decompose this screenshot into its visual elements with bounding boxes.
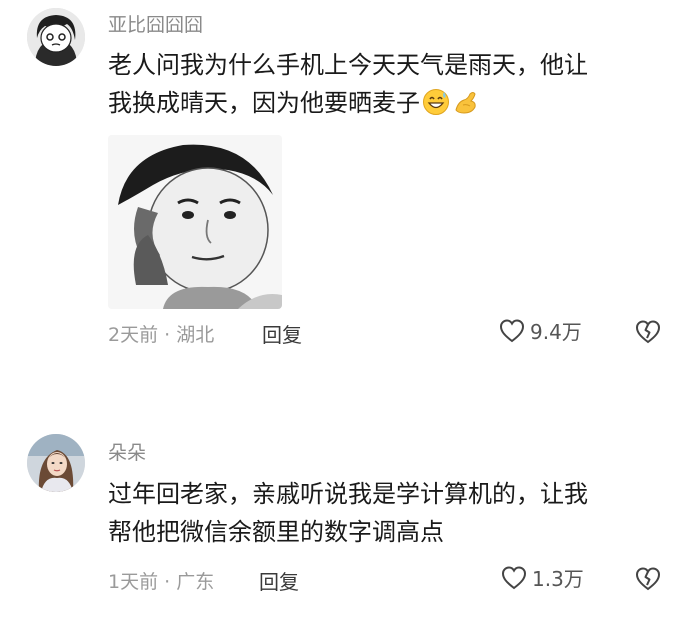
like-count: 1.3万: [532, 567, 584, 591]
grinning-sweat-face-icon: [423, 89, 449, 115]
username[interactable]: 朵朵: [108, 438, 146, 465]
comment-location: 湖北: [176, 324, 215, 346]
comment-location: 广东: [176, 571, 215, 593]
comment-text: 老人问我为什么手机上今天天气是雨天，他让 我换成晴天，因为他要晒麦子: [108, 46, 653, 122]
comment-meta: 2天前 · 湖北: [108, 320, 214, 347]
hand-holding-icon: [455, 92, 476, 114]
heart-icon: [499, 318, 525, 342]
like-count: 9.4万: [530, 320, 582, 344]
comment-text-line: 过年回老家，亲戚听说我是学计算机的，让我: [108, 480, 588, 508]
username[interactable]: 亚比囧囧囧: [108, 10, 203, 37]
heart-icon: [501, 565, 527, 589]
user-avatar-icon: [27, 434, 85, 492]
avatar[interactable]: [27, 434, 85, 492]
meme-face-image: [108, 135, 282, 309]
comment-time: 1天前: [108, 571, 159, 593]
comment-text-line: 老人问我为什么手机上今天天气是雨天，他让: [108, 51, 588, 79]
meta-separator: ·: [164, 571, 171, 593]
like-button[interactable]: 9.4万: [498, 316, 582, 345]
meme-image[interactable]: [108, 135, 282, 309]
comment-time: 2天前: [108, 324, 159, 346]
like-button[interactable]: 1.3万: [500, 563, 584, 592]
comment-text-line: 帮他把微信余额里的数字调高点: [108, 518, 444, 546]
comment-text: 过年回老家，亲戚听说我是学计算机的，让我 帮他把微信余额里的数字调高点: [108, 475, 653, 551]
reply-button[interactable]: 回复: [259, 566, 299, 595]
user-avatar-icon: [27, 8, 85, 66]
broken-heart-icon[interactable]: [634, 565, 662, 593]
comment-text-line: 我换成晴天，因为他要晒麦子: [108, 84, 653, 122]
broken-heart-icon[interactable]: [634, 318, 662, 346]
avatar[interactable]: [27, 8, 85, 66]
reply-button[interactable]: 回复: [262, 319, 302, 348]
comment-text-segment: 我换成晴天，因为他要晒麦子: [108, 89, 420, 117]
comment-meta: 1天前 · 广东: [108, 567, 214, 594]
meta-separator: ·: [164, 324, 171, 346]
